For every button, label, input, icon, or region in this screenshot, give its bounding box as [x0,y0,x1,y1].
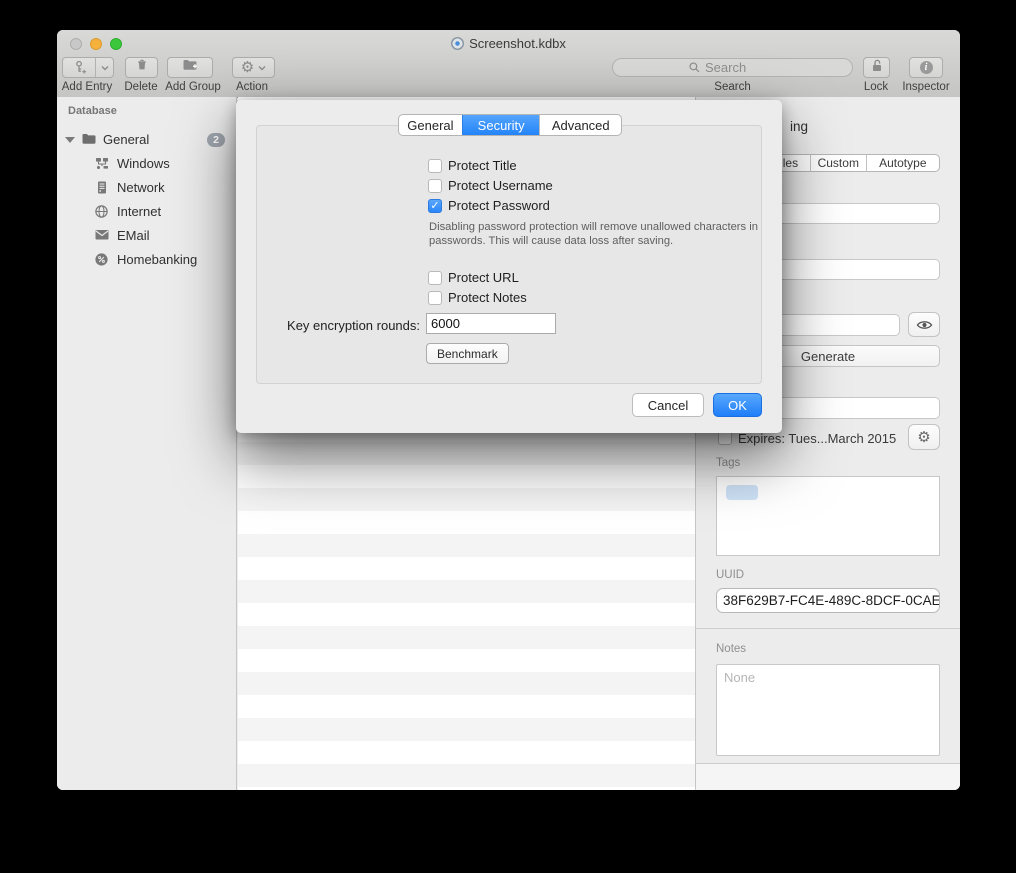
folder-icon [81,132,97,151]
tab-general[interactable]: General [399,115,462,135]
protect-url-checkbox[interactable] [428,271,442,285]
password-protection-warning: Disabling password protection will remov… [429,221,773,248]
action-label: Action [225,81,279,93]
benchmark-button[interactable]: Benchmark [426,343,509,364]
sidebar-item-label: General [103,132,149,147]
protect-notes-label: Protect Notes [448,290,527,305]
sidebar-item-internet[interactable]: Internet [57,200,236,224]
gear-icon: ⚙ [241,60,254,75]
delete-button[interactable] [125,57,158,78]
protect-username-label: Protect Username [448,178,553,193]
protect-username-checkbox[interactable] [428,179,442,193]
protect-url-row: Protect URL [428,270,519,285]
sidebar-item-homebanking[interactable]: Homebanking [57,248,236,272]
tags-label: Tags [716,457,740,469]
tab-advanced[interactable]: Advanced [539,115,621,135]
trash-icon [135,58,149,77]
add-group-button[interactable] [167,57,213,78]
delete-label: Delete [121,81,161,93]
count-badge: 2 [207,133,225,147]
document-proxy-icon [451,37,464,50]
unlocked-padlock-icon [870,58,884,78]
search-field[interactable] [612,58,853,77]
sidebar-item-label: Homebanking [117,252,197,267]
expires-settings-button[interactable]: ⚙ [908,424,940,450]
info-icon: i [920,61,933,74]
percent-icon [94,252,109,272]
protect-username-row: Protect Username [428,178,553,193]
tab-security[interactable]: Security [462,115,540,135]
sidebar-item-label: Windows [117,156,170,171]
window-title: Screenshot.kdbx [469,36,566,51]
protect-password-checkbox[interactable] [428,199,442,213]
eye-icon [916,319,933,331]
divider [696,628,960,629]
protect-title-row: Protect Title [428,158,517,173]
dialog-tabs: General Security Advanced [398,114,622,136]
sidebar-header: Database [68,105,117,117]
key-encryption-rounds-input[interactable] [426,313,556,334]
tag-token[interactable] [726,485,758,500]
sidebar-item-windows[interactable]: Windows [57,152,236,176]
cancel-button[interactable]: Cancel [632,393,704,417]
windows-network-icon [94,156,110,176]
ok-button[interactable]: OK [713,393,762,417]
tags-field[interactable] [716,476,940,556]
inspector-tabs: Files Custom Autotype [760,154,940,172]
chevron-down-icon [258,65,266,71]
protect-password-label: Protect Password [448,198,550,213]
inspector-footer [696,763,960,790]
action-button[interactable]: ⚙ [232,57,275,78]
add-entry-dropdown-arrow-icon[interactable] [96,65,113,71]
uuid-label: UUID [716,569,744,581]
add-entry-label: Add Entry [57,81,117,93]
window-title-area: Screenshot.kdbx [57,36,960,51]
inspector-title-fragment: ing [790,119,808,134]
notes-textarea[interactable] [716,664,940,756]
protect-url-label: Protect URL [448,270,519,285]
tab-autotype[interactable]: Autotype [866,155,939,171]
uuid-field-wrap [716,588,940,613]
titlebar-toolbar: Screenshot.kdbx Add Entry [57,30,960,98]
protect-notes-row: Protect Notes [428,290,527,305]
inspector-label: Inspector [901,81,951,93]
uuid-input[interactable] [717,589,940,612]
sidebar: Database General 2 Windows [57,97,237,790]
envelope-icon [94,228,110,246]
notes-label: Notes [716,643,746,655]
sidebar-item-label: EMail [117,228,150,243]
search-label: Search [612,81,853,93]
expires-label: Expires: Tues...March 2015 [738,431,896,446]
search-input[interactable] [705,60,777,75]
protect-password-row: Protect Password [428,198,550,213]
key-plus-icon [63,60,95,75]
sidebar-item-network[interactable]: Network [57,176,236,200]
sidebar-item-email[interactable]: EMail [57,224,236,248]
gear-icon: ⚙ [917,430,930,445]
database-settings-dialog: General Security Advanced Protect Title … [236,100,782,433]
key-encryption-rounds-label: Key encryption rounds: [246,318,420,333]
sidebar-item-label: Internet [117,204,161,219]
sidebar-item-label: Network [117,180,165,195]
disclosure-triangle-icon[interactable] [65,137,75,143]
inspector-button[interactable]: i [909,57,943,78]
server-icon [95,180,109,200]
add-group-label: Add Group [163,81,223,93]
lock-button[interactable] [863,57,890,78]
reveal-password-button[interactable] [908,312,940,337]
tab-custom[interactable]: Custom [810,155,866,171]
globe-icon [94,204,109,224]
search-icon [688,61,701,74]
protect-title-label: Protect Title [448,158,517,173]
sidebar-item-general[interactable]: General 2 [57,128,236,152]
folder-plus-icon [182,58,198,77]
protect-notes-checkbox[interactable] [428,291,442,305]
protect-title-checkbox[interactable] [428,159,442,173]
add-entry-button[interactable] [62,57,114,78]
expires-checkbox[interactable] [718,431,732,445]
lock-label: Lock [854,81,898,93]
